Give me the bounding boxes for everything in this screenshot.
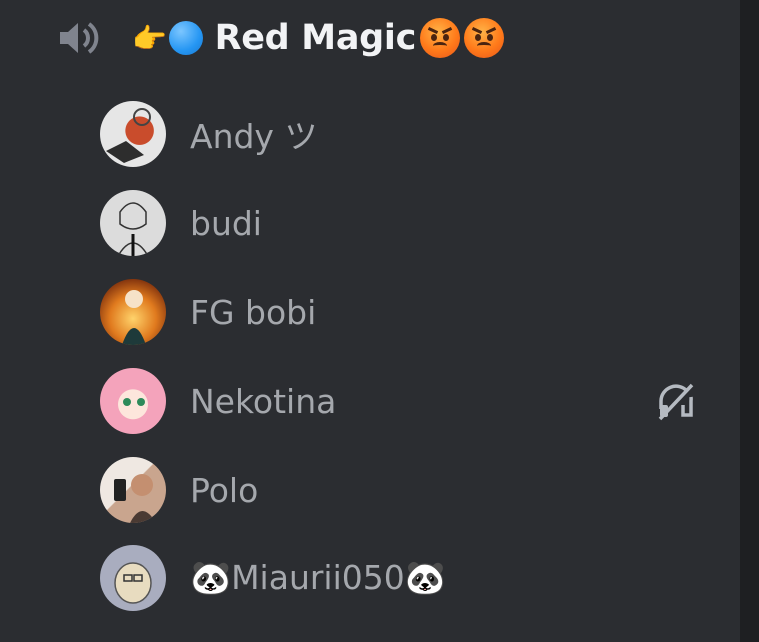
channel-title: 👉 Red Magic [132,18,505,58]
user-name: Andy ツ [190,117,318,156]
avatar [100,368,166,434]
voice-user-fg-bobi[interactable]: FG bobi [100,277,700,347]
pointing-hand-icon: 👉 [132,21,167,55]
user-name: budi [190,203,262,243]
avatar [100,545,166,611]
voice-user-andy[interactable]: Andy ツ [100,99,700,169]
channel-name-label: Red Magic [214,18,417,58]
voice-user-miaurii[interactable]: 🐼Miaurii050🐼 [100,543,700,613]
voice-user-budi[interactable]: budi [100,188,700,258]
angry-face-icon [420,18,461,58]
voice-user-nekotina[interactable]: Nekotina [100,366,700,436]
angry-face-icon [464,18,505,58]
blue-circle-icon [168,21,203,55]
user-name: FG bobi [190,292,317,332]
user-name: Nekotina [190,381,337,421]
avatar [100,279,166,345]
deafened-headphones-icon [656,381,696,421]
avatar [100,457,166,523]
speaker-icon [56,12,108,64]
avatar [100,101,166,167]
user-name: 🐼Miaurii050🐼 [190,558,446,597]
voice-user-polo[interactable]: Polo [100,455,700,525]
avatar [100,190,166,256]
user-name: Polo [190,470,259,510]
voice-channel-red-magic[interactable]: 👉 Red Magic [56,6,716,70]
scrollbar-track[interactable] [740,0,759,642]
voice-channel-panel: 👉 Red Magic Andy ツ budi FG bobi Nekotina [0,0,740,642]
